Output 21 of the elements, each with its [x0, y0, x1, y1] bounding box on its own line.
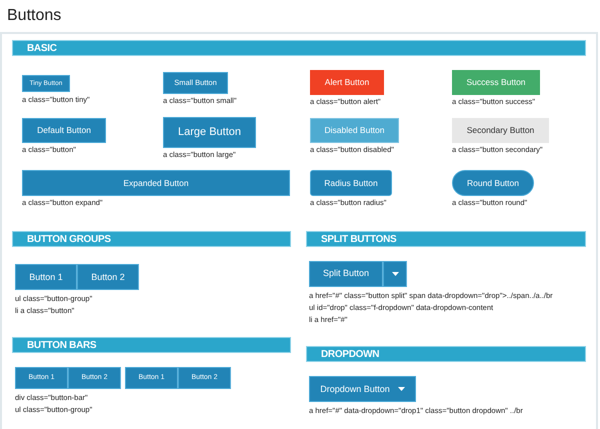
- caret-icon: [392, 272, 398, 276]
- section-heading: BUTTON GROUPS: [12, 231, 291, 247]
- section-heading: BUTTON BARS: [12, 337, 291, 353]
- button[interactable]: Success Button: [452, 70, 540, 95]
- button[interactable]: Button 2: [77, 264, 139, 290]
- dropdown-toggle[interactable]: [383, 260, 407, 286]
- page-title: Buttons: [7, 6, 62, 26]
- section-heading: SPLIT BUTTONS: [306, 231, 586, 247]
- button[interactable]: Large Button: [163, 117, 256, 148]
- button[interactable]: Default Button: [22, 118, 106, 143]
- button[interactable]: Radius Button: [310, 170, 392, 196]
- button[interactable]: Secondary Button: [452, 118, 549, 143]
- button[interactable]: Expanded Button: [22, 170, 290, 196]
- section-heading: DROPDOWN: [306, 346, 586, 362]
- button[interactable]: Button 1: [15, 264, 77, 290]
- button[interactable]: Round Button: [452, 170, 534, 196]
- section-heading: BASIC: [12, 40, 586, 56]
- caret-icon: [398, 387, 405, 391]
- button[interactable]: Alert Button: [310, 70, 384, 95]
- dropdown-button[interactable]: Dropdown Button: [309, 376, 416, 402]
- split-button[interactable]: Split Button: [309, 260, 383, 286]
